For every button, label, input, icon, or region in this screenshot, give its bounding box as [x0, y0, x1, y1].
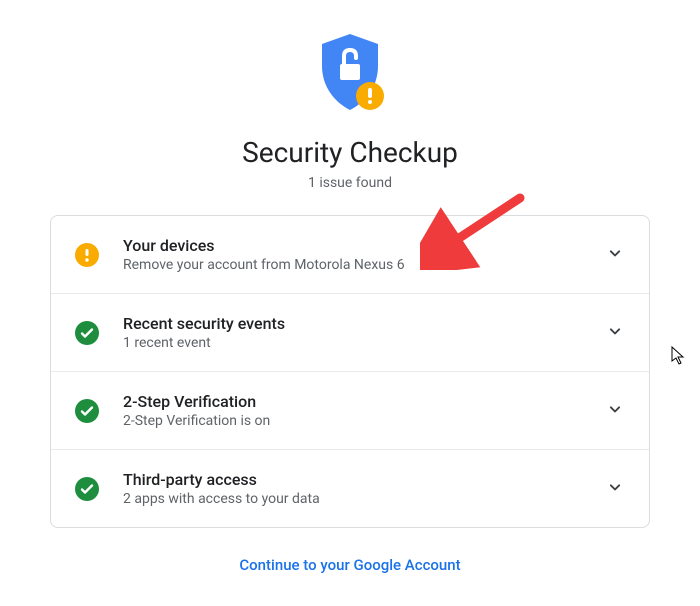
security-shield-icon — [314, 30, 386, 120]
page-title: Security Checkup — [242, 136, 458, 169]
row-2-step-verification[interactable]: 2-Step Verification 2-Step Verification … — [51, 372, 649, 450]
row-subtitle: Remove your account from Motorola Nexus … — [123, 257, 605, 273]
row-subtitle: 1 recent event — [123, 335, 605, 351]
chevron-down-icon — [605, 477, 625, 501]
row-third-party-access[interactable]: Third-party access 2 apps with access to… — [51, 450, 649, 527]
row-title: Third-party access — [123, 470, 605, 489]
continue-link[interactable]: Continue to your Google Account — [239, 556, 460, 574]
row-subtitle: 2-Step Verification is on — [123, 413, 605, 429]
check-icon — [75, 321, 99, 345]
check-icon — [75, 477, 99, 501]
row-subtitle: 2 apps with access to your data — [123, 491, 605, 507]
chevron-down-icon — [605, 243, 625, 267]
checkup-list: Your devices Remove your account from Mo… — [50, 215, 650, 528]
page-subtitle: 1 issue found — [308, 175, 392, 191]
row-title: Recent security events — [123, 314, 605, 333]
chevron-down-icon — [605, 321, 625, 345]
row-recent-security-events[interactable]: Recent security events 1 recent event — [51, 294, 649, 372]
row-title: 2-Step Verification — [123, 392, 605, 411]
row-your-devices[interactable]: Your devices Remove your account from Mo… — [51, 216, 649, 294]
row-title: Your devices — [123, 236, 605, 255]
warning-icon — [75, 243, 99, 267]
chevron-down-icon — [605, 399, 625, 423]
check-icon — [75, 399, 99, 423]
